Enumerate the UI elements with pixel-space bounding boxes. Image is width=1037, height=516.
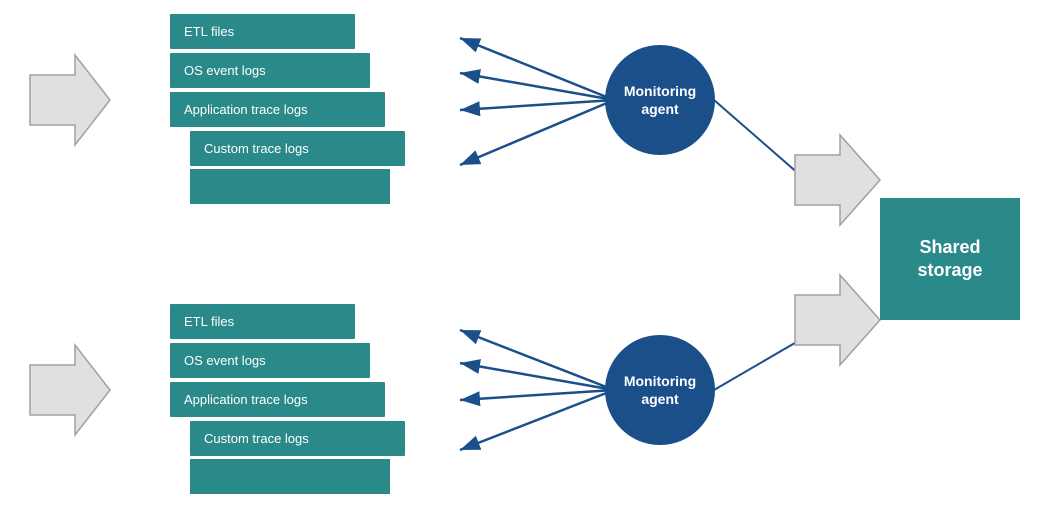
shared-storage-label: Shared storage <box>890 236 1010 283</box>
line-top-etl <box>460 38 614 100</box>
shared-storage-box: Shared storage <box>880 198 1020 320</box>
bottom-output-arrow <box>795 275 880 365</box>
bottom-custom-box: Custom trace logs <box>190 421 405 456</box>
top-etl-label: ETL files <box>184 24 234 39</box>
line-top-os <box>460 73 614 100</box>
top-etl-box: ETL files <box>170 14 355 49</box>
line-top-app <box>460 100 614 110</box>
bottom-etl-box: ETL files <box>170 304 355 339</box>
bottom-app-label: Application trace logs <box>184 392 308 407</box>
bottom-app-box: Application trace logs <box>170 382 385 417</box>
top-input-arrow <box>30 55 110 145</box>
line-bot-etl <box>460 330 614 390</box>
top-app-box: Application trace logs <box>170 92 385 127</box>
line-bot-app <box>460 390 614 400</box>
top-app-label: Application trace logs <box>184 102 308 117</box>
bottom-log-stack: ETL files OS event logs Application trac… <box>170 304 390 494</box>
top-agent-label: Monitoring agent <box>605 82 715 118</box>
top-log-stack: ETL files OS event logs Application trac… <box>170 14 390 204</box>
top-os-label: OS event logs <box>184 63 266 78</box>
bottom-etl-label: ETL files <box>184 314 234 329</box>
top-custom-box: Custom trace logs <box>190 131 405 166</box>
bottom-custom-label: Custom trace logs <box>204 431 309 446</box>
top-output-arrow <box>795 135 880 225</box>
bottom-os-box: OS event logs <box>170 343 370 378</box>
line-bot-os <box>460 363 614 390</box>
bottom-agent-label: Monitoring agent <box>605 372 715 408</box>
line-bot-custom <box>460 390 614 450</box>
top-agent-circle: Monitoring agent <box>605 45 715 155</box>
line-top-custom <box>460 100 614 165</box>
diagram: ETL files OS event logs Application trac… <box>0 0 1037 516</box>
line-top-to-storage <box>714 100 800 175</box>
line-bot-to-storage <box>714 340 800 390</box>
bottom-agent-circle: Monitoring agent <box>605 335 715 445</box>
top-custom-label: Custom trace logs <box>204 141 309 156</box>
bottom-os-label: OS event logs <box>184 353 266 368</box>
bottom-input-arrow <box>30 345 110 435</box>
top-os-box: OS event logs <box>170 53 370 88</box>
